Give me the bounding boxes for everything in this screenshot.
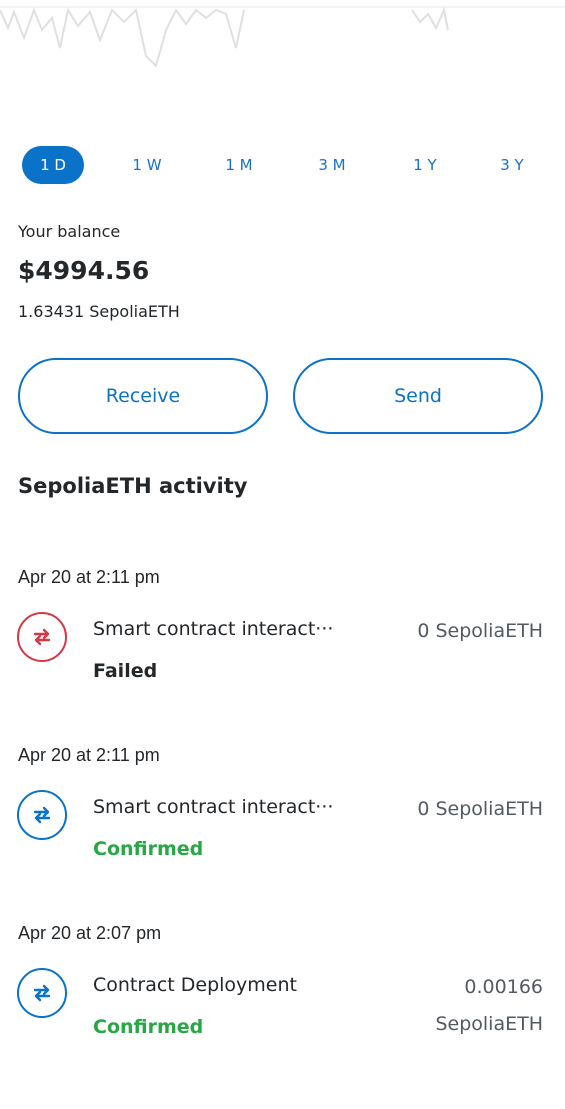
activity-item-amount: 0.00166: [464, 976, 543, 998]
activity-date: Apr 20 at 2:11 pm: [18, 745, 160, 765]
activity-item[interactable]: Smart contract interact··· Failed 0 Sepo…: [0, 606, 565, 686]
activity-item[interactable]: Smart contract interact··· Confirmed 0 S…: [0, 784, 565, 864]
activity-item-title: Contract Deployment: [93, 974, 297, 996]
balance-label: Your balance: [18, 222, 121, 241]
range-1m-button[interactable]: 1 M: [209, 146, 269, 184]
activity-title: SepoliaETH activity: [18, 474, 248, 498]
range-1w-button[interactable]: 1 W: [117, 146, 177, 184]
balance-fiat-value: $4994.56: [18, 256, 150, 285]
activity-date: Apr 20 at 2:07 pm: [18, 923, 162, 943]
range-1d-button[interactable]: 1 D: [22, 146, 84, 184]
balance-token-amount: 1.63431 SepoliaETH: [18, 302, 180, 321]
activity-item-amount: 0 SepoliaETH: [417, 798, 543, 820]
price-chart: [0, 6, 565, 68]
range-1y-button[interactable]: 1 Y: [395, 146, 455, 184]
swap-arrows-icon: [17, 968, 67, 1018]
activity-item-title: Smart contract interact···: [93, 796, 334, 818]
activity-date: Apr 20 at 2:11 pm: [18, 567, 160, 587]
swap-arrows-icon: [17, 790, 67, 840]
activity-item-title: Smart contract interact···: [93, 618, 334, 640]
range-3y-button[interactable]: 3 Y: [482, 146, 542, 184]
status-badge: Confirmed: [93, 1016, 204, 1038]
activity-item-amount: 0 SepoliaETH: [417, 620, 543, 642]
status-badge: Confirmed: [93, 838, 204, 860]
swap-arrows-icon: [17, 612, 67, 662]
time-range-selector: 1 D 1 W 1 M 3 M 1 Y 3 Y: [22, 146, 542, 184]
receive-button[interactable]: Receive: [18, 358, 268, 434]
activity-item[interactable]: Contract Deployment Confirmed 0.00166 Se…: [0, 962, 565, 1042]
activity-item-amount-unit: SepoliaETH: [435, 1013, 543, 1035]
send-button[interactable]: Send: [293, 358, 543, 434]
range-3m-button[interactable]: 3 M: [302, 146, 362, 184]
status-badge: Failed: [93, 660, 158, 682]
